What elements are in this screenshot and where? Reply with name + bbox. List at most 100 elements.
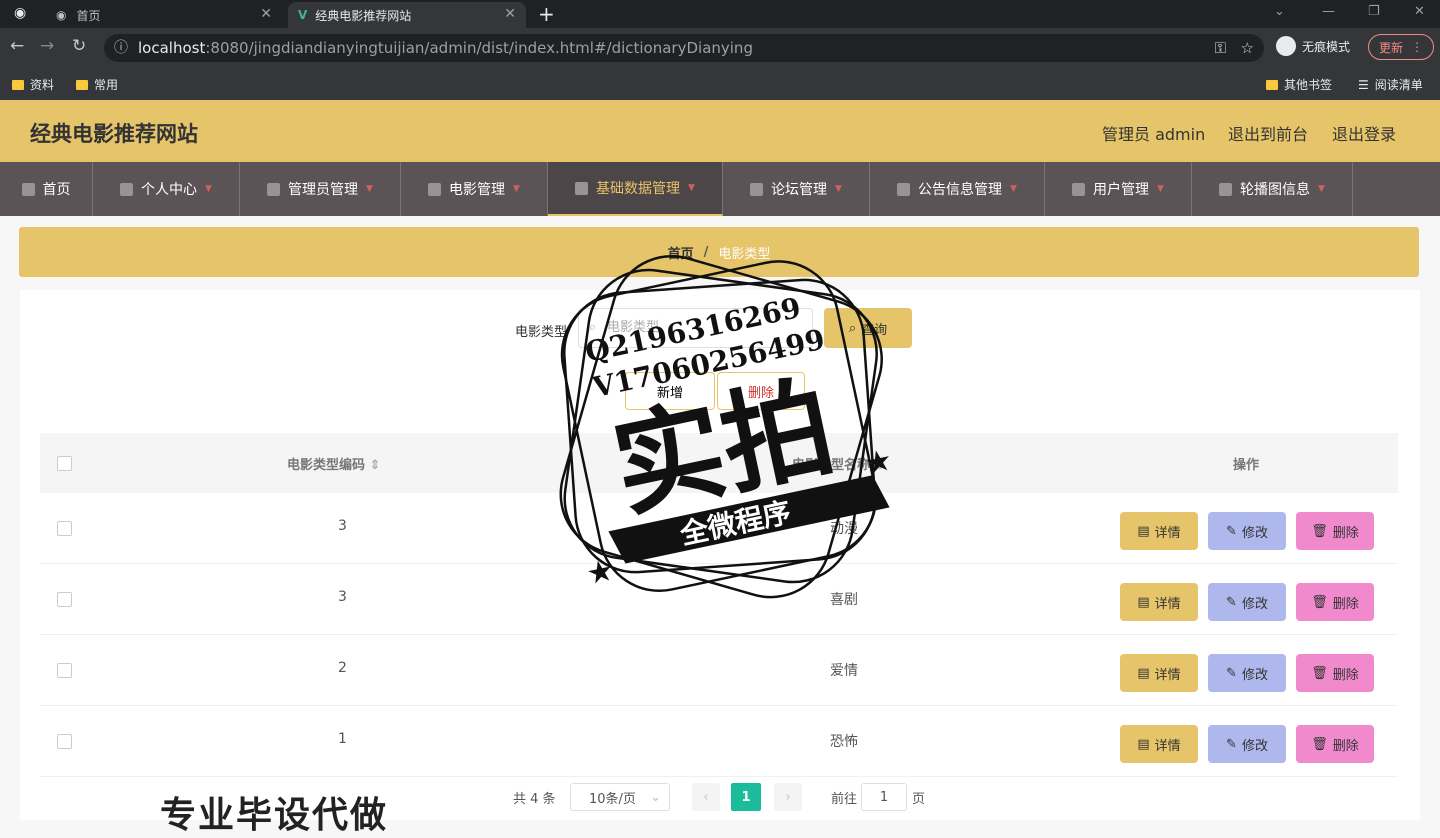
close-icon[interactable]: ✕ <box>260 6 272 22</box>
menu-item-home[interactable]: 首页 <box>0 162 93 216</box>
bookmarks-bar: 资料 常用 其他书签 ☰ 阅读清单 <box>0 68 1440 100</box>
delete-button[interactable]: 🗑 删除 <box>1296 725 1374 763</box>
url-field[interactable]: ⓘ localhost:8080/jingdiandianyingtuijian… <box>104 34 1264 62</box>
menu-item-profile[interactable]: 个人中心 ▼ <box>93 162 240 216</box>
edit-button[interactable]: ✎ 修改 <box>1208 583 1286 621</box>
pencil-icon: ✎ <box>1226 594 1237 610</box>
edit-label: 修改 <box>1241 596 1268 612</box>
delete-button[interactable]: 🗑 删除 <box>1296 654 1374 692</box>
bookmark-folder[interactable]: 其他书签 <box>1266 76 1332 93</box>
menu-item-base-data[interactable]: 基础数据管理 ▼ <box>548 162 723 216</box>
document-icon: ▤ <box>1137 594 1150 610</box>
row-checkbox[interactable] <box>57 663 72 678</box>
goto-prefix: 前往 <box>831 791 858 807</box>
cell-code: 3 <box>338 589 347 605</box>
folder-icon <box>12 79 24 90</box>
browser-tab-site[interactable]: V 经典电影推荐网站 ✕ <box>288 2 526 28</box>
chevron-down-icon: ▼ <box>1157 184 1164 194</box>
menu-label: 个人中心 <box>141 182 198 198</box>
header-ops: 操作 <box>1233 458 1260 473</box>
detail-label: 详情 <box>1154 738 1181 754</box>
document-icon: ▤ <box>1137 523 1150 539</box>
detail-button[interactable]: ▤ 详情 <box>1120 654 1198 692</box>
delete-button[interactable]: 🗑 删除 <box>1296 583 1374 621</box>
page-size-select[interactable]: 10条/页 ⌄ <box>570 783 670 811</box>
row-checkbox[interactable] <box>57 521 72 536</box>
reload-icon[interactable]: ↻ <box>72 36 86 56</box>
browser-tab-home[interactable]: ◉ 首页 ✕ <box>46 2 282 28</box>
chevron-down-icon: ▼ <box>366 184 373 194</box>
prev-page-button[interactable]: ‹ <box>692 783 720 811</box>
chevron-down-icon: ▼ <box>1318 184 1325 194</box>
url-path: :8080/jingdiandianyingtuijian/admin/dist… <box>205 39 753 57</box>
menu-label: 公告信息管理 <box>918 182 1003 198</box>
key-icon[interactable]: ⚿ <box>1215 34 1226 62</box>
menu-label: 轮播图信息 <box>1240 182 1311 198</box>
goto-page-input[interactable]: 1 <box>861 783 907 811</box>
trash-icon: 🗑 <box>1311 736 1328 752</box>
incognito-badge[interactable]: 无痕模式 <box>1276 36 1350 56</box>
detail-button[interactable]: ▤ 详情 <box>1120 725 1198 763</box>
next-page-button[interactable]: › <box>774 783 802 811</box>
edit-label: 修改 <box>1241 738 1268 754</box>
bookmark-label: 资料 <box>30 78 55 92</box>
update-button[interactable]: 更新 ⋮ <box>1368 34 1434 60</box>
star-icon[interactable]: ☆ <box>1241 34 1254 62</box>
tab-label: 首页 <box>76 8 101 23</box>
header-label: 电影类型编码 <box>287 458 366 473</box>
pencil-icon: ✎ <box>1226 523 1237 539</box>
delete-button[interactable]: 🗑 删除 <box>1296 512 1374 550</box>
select-all-checkbox[interactable] <box>57 456 72 471</box>
browser-tab-strip: ◉ ◉ 首页 ✕ V 经典电影推荐网站 ✕ + ⌄ — ❐ ✕ <box>0 0 1440 28</box>
chevron-down-icon[interactable]: ⌄ <box>1274 4 1285 19</box>
cell-code: 1 <box>338 731 347 747</box>
bookmark-folder[interactable]: 资料 <box>12 76 54 93</box>
table-row: 2 爱情 ▤ 详情 ✎ 修改 🗑 删除 <box>40 635 1398 706</box>
front-site-link[interactable]: 退出到前台 <box>1228 121 1308 145</box>
back-icon[interactable]: ← <box>10 36 24 56</box>
reading-list[interactable]: ☰ 阅读清单 <box>1358 76 1423 93</box>
monitor-icon <box>897 182 911 196</box>
menu-item-users[interactable]: 用户管理 ▼ <box>1045 162 1192 216</box>
edit-button[interactable]: ✎ 修改 <box>1208 512 1286 550</box>
close-icon[interactable]: ✕ <box>504 6 516 22</box>
menu-item-notices[interactable]: 公告信息管理 ▼ <box>870 162 1045 216</box>
restore-icon[interactable]: ❐ <box>1368 4 1380 19</box>
edit-button[interactable]: ✎ 修改 <box>1208 725 1286 763</box>
logout-link[interactable]: 退出登录 <box>1332 121 1396 145</box>
cell-code: 2 <box>338 660 347 676</box>
forward-icon[interactable]: → <box>40 36 54 56</box>
header-code[interactable]: 电影类型编码 ⇕ <box>287 454 380 473</box>
edit-button[interactable]: ✎ 修改 <box>1208 654 1286 692</box>
bookmark-folder[interactable]: 常用 <box>76 76 118 93</box>
menu-item-admins[interactable]: 管理员管理 ▼ <box>240 162 401 216</box>
goto-suffix: 页 <box>912 791 926 807</box>
detail-button[interactable]: ▤ 详情 <box>1120 583 1198 621</box>
menu-label: 电影管理 <box>449 182 506 198</box>
user-icon <box>120 182 134 196</box>
page-number[interactable]: 1 <box>731 783 761 811</box>
incognito-icon <box>1276 36 1296 56</box>
document-icon <box>750 182 764 196</box>
detail-button[interactable]: ▤ 详情 <box>1120 512 1198 550</box>
chevron-down-icon: ▼ <box>513 184 520 194</box>
chevron-left-icon: ‹ <box>703 789 709 805</box>
new-tab-icon[interactable]: + <box>538 2 555 26</box>
menu-item-carousel[interactable]: 轮播图信息 ▼ <box>1192 162 1353 216</box>
close-window-icon[interactable]: ✕ <box>1414 4 1425 19</box>
menu-item-forum[interactable]: 论坛管理 ▼ <box>723 162 870 216</box>
row-checkbox[interactable] <box>57 734 72 749</box>
chevron-down-icon: ▼ <box>205 184 212 194</box>
menu-item-movies[interactable]: 电影管理 ▼ <box>401 162 548 216</box>
bookmark-label: 阅读清单 <box>1374 78 1423 92</box>
incognito-label: 无痕模式 <box>1302 39 1351 54</box>
detail-label: 详情 <box>1154 525 1181 541</box>
row-checkbox[interactable] <box>57 592 72 607</box>
url-host: localhost <box>138 39 206 57</box>
more-vert-icon: ⋮ <box>1411 40 1423 54</box>
minimize-icon[interactable]: — <box>1322 4 1335 19</box>
chevron-down-icon: ▼ <box>835 184 842 194</box>
chevron-down-icon: ▼ <box>1010 184 1017 194</box>
delete-label: 删除 <box>1332 596 1359 612</box>
page-size-value: 10条/页 <box>589 791 636 807</box>
